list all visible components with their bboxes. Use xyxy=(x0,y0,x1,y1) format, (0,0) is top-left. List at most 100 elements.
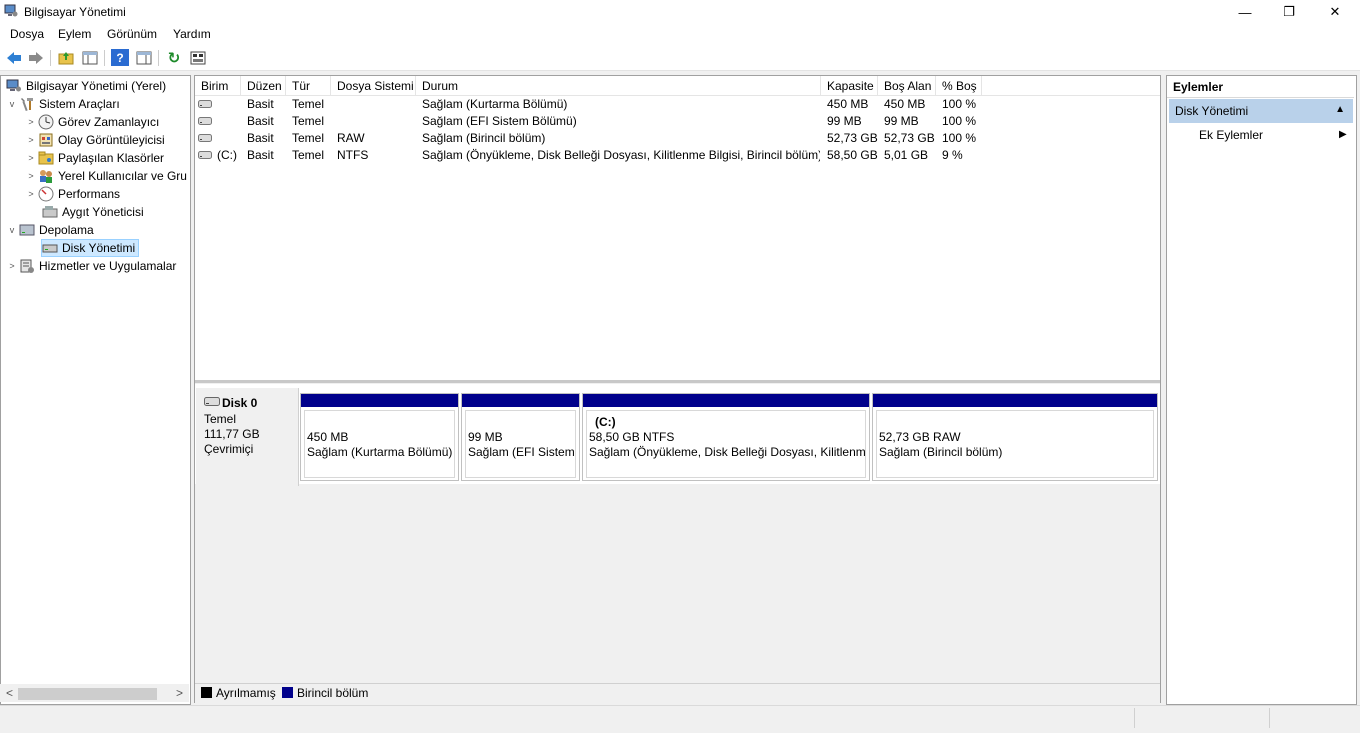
column-header-percent-free[interactable]: % Boş xyxy=(936,76,982,95)
tree-item-shared-folders[interactable]: > Paylaşılan Klasörler xyxy=(26,149,164,167)
partition-c-drive[interactable]: (C:) 58,50 GB NTFS Sağlam (Önyükleme, Di… xyxy=(582,393,870,481)
submenu-arrow-icon[interactable]: ▶ xyxy=(1339,129,1347,140)
disk-size: 111,77 GB xyxy=(204,427,260,441)
action-more-actions[interactable]: Ek Eylemler xyxy=(1199,128,1263,142)
tree-label: Yerel Kullanıcılar ve Gru xyxy=(58,169,187,183)
toolbar-separator xyxy=(50,50,51,66)
clock-icon xyxy=(38,114,54,130)
up-folder-icon xyxy=(58,51,74,64)
tree-label: Olay Görüntüleyicisi xyxy=(58,133,165,147)
show-hide-tree-button[interactable] xyxy=(81,49,99,66)
table-row[interactable]: Basit Temel Sağlam (Kurtarma Bölümü) 450… xyxy=(195,96,1160,113)
shared-folder-icon xyxy=(38,151,54,165)
properties-icon xyxy=(190,51,206,64)
table-row[interactable]: Basit Temel RAW Sağlam (Birincil bölüm) … xyxy=(195,130,1160,147)
status-divider xyxy=(1269,708,1270,728)
close-button[interactable]: ✕ xyxy=(1312,0,1358,24)
restore-icon: ❐ xyxy=(1283,4,1295,19)
cell-capacity: 450 MB xyxy=(827,97,869,111)
scroll-right-icon[interactable]: > xyxy=(176,686,183,700)
toolbar-separator xyxy=(104,50,105,66)
refresh-button[interactable]: ↻ xyxy=(165,49,183,67)
tree-item-system-tools[interactable]: v Sistem Araçları xyxy=(7,95,120,113)
partition-label: (C:) xyxy=(595,415,616,429)
partition-frame xyxy=(304,410,455,478)
tree-item-task-scheduler[interactable]: > Görev Zamanlayıcı xyxy=(26,113,159,131)
menu-eylem[interactable]: Eylem xyxy=(58,27,91,41)
status-bar xyxy=(0,705,1360,733)
collapsed-chevron-icon[interactable]: > xyxy=(26,153,36,163)
collapsed-chevron-icon[interactable]: > xyxy=(26,171,36,181)
expanded-chevron-icon[interactable]: v xyxy=(7,225,17,235)
column-header-filesystem[interactable]: Dosya Sistemi xyxy=(331,76,416,95)
tree-label: Disk Yönetimi xyxy=(62,241,136,255)
collapsed-chevron-icon[interactable]: > xyxy=(26,189,36,199)
up-one-level-button[interactable] xyxy=(57,49,75,66)
column-header-capacity[interactable]: Kapasite xyxy=(821,76,878,95)
disk-label-box[interactable]: Disk 0 Temel 111,77 GB Çevrimiçi xyxy=(196,388,299,486)
column-header-layout[interactable]: Düzen xyxy=(241,76,286,95)
refresh-icon: ↻ xyxy=(167,49,181,67)
help-button[interactable]: ? xyxy=(111,49,129,66)
tree-item-disk-management[interactable]: Disk Yönetimi xyxy=(36,239,135,257)
scroll-left-icon[interactable]: < xyxy=(6,686,13,700)
tree-item-services[interactable]: > Hizmetler ve Uygulamalar xyxy=(7,257,176,275)
tree-item-local-users[interactable]: > Yerel Kullanıcılar ve Gru xyxy=(26,167,187,185)
tree-item-device-manager[interactable]: Aygıt Yöneticisi xyxy=(36,203,144,221)
menu-dosya[interactable]: Dosya xyxy=(10,27,44,41)
show-hide-action-pane-button[interactable] xyxy=(135,49,153,66)
pane-splitter[interactable] xyxy=(195,380,1160,383)
tree-item-performance[interactable]: > Performans xyxy=(26,185,120,203)
column-header-free-space[interactable]: Boş Alan xyxy=(878,76,936,95)
forward-arrow-icon xyxy=(29,51,43,64)
users-icon xyxy=(40,170,52,183)
legend-label-unallocated: Ayrılmamış xyxy=(216,686,276,700)
tree-item-event-viewer[interactable]: > Olay Görüntüleyicisi xyxy=(26,131,165,149)
cell-status: Sağlam (Önyükleme, Disk Belleği Dosyası,… xyxy=(422,148,820,162)
back-button[interactable] xyxy=(5,49,23,66)
maximize-button[interactable]: ❐ xyxy=(1266,0,1312,24)
column-header-status[interactable]: Durum xyxy=(416,76,821,95)
forward-button[interactable] xyxy=(27,49,45,66)
partition-efi[interactable]: 99 MB Sağlam (EFI Sistem Bölümü) xyxy=(461,393,580,481)
legend-swatch-unallocated xyxy=(201,687,212,698)
cell-percent-free: 100 % xyxy=(942,131,977,145)
column-header-volume[interactable]: Birim xyxy=(195,76,241,95)
volume-icon xyxy=(198,117,212,125)
collapsed-chevron-icon[interactable]: > xyxy=(26,135,36,145)
actions-title: Eylemler xyxy=(1167,76,1354,98)
collapse-up-icon[interactable]: ▲ xyxy=(1335,104,1345,115)
table-row[interactable]: Basit Temel Sağlam (EFI Sistem Bölümü) 9… xyxy=(195,113,1160,130)
menu-gorunum[interactable]: Görünüm xyxy=(107,27,157,41)
expanded-chevron-icon[interactable]: v xyxy=(7,99,17,109)
tree-label: Performans xyxy=(58,187,121,201)
volume-icon xyxy=(198,151,212,159)
back-arrow-icon xyxy=(7,51,21,64)
partition-raw[interactable]: 52,73 GB RAW Sağlam (Birincil bölüm) xyxy=(872,393,1158,481)
scrollbar-thumb[interactable] xyxy=(18,688,157,700)
computer-management-icon xyxy=(6,79,21,92)
minimize-button[interactable]: — xyxy=(1222,0,1268,24)
partition-recovery[interactable]: 450 MB Sağlam (Kurtarma Bölümü) xyxy=(300,393,459,481)
tree-item-storage[interactable]: v Depolama xyxy=(7,221,94,239)
cell-percent-free: 100 % xyxy=(942,97,977,111)
actions-section-disk-management[interactable]: Disk Yönetimi ▲ xyxy=(1169,99,1353,123)
collapsed-chevron-icon[interactable]: > xyxy=(7,261,17,271)
collapsed-chevron-icon[interactable]: > xyxy=(26,117,36,127)
close-icon: ✕ xyxy=(1329,4,1341,19)
tree-item-root[interactable]: Bilgisayar Yönetimi (Yerel) xyxy=(4,77,166,95)
cell-layout: Basit xyxy=(247,97,274,111)
partition-size: 450 MB xyxy=(307,430,349,444)
cell-type: Temel xyxy=(292,131,325,145)
tree-label: Sistem Araçları xyxy=(39,97,120,111)
table-row[interactable]: (C:) Basit Temel NTFS Sağlam (Önyükleme,… xyxy=(195,147,1160,164)
tree-label: Bilgisayar Yönetimi (Yerel) xyxy=(26,79,167,93)
partition-size: 52,73 GB RAW xyxy=(879,430,961,444)
device-manager-icon xyxy=(42,206,58,218)
tree-label: Görev Zamanlayıcı xyxy=(58,115,160,129)
services-icon xyxy=(20,259,34,273)
menu-yardim[interactable]: Yardım xyxy=(173,27,211,41)
properties-button[interactable] xyxy=(189,49,207,66)
minimize-icon: — xyxy=(1238,4,1252,20)
column-header-type[interactable]: Tür xyxy=(286,76,331,95)
